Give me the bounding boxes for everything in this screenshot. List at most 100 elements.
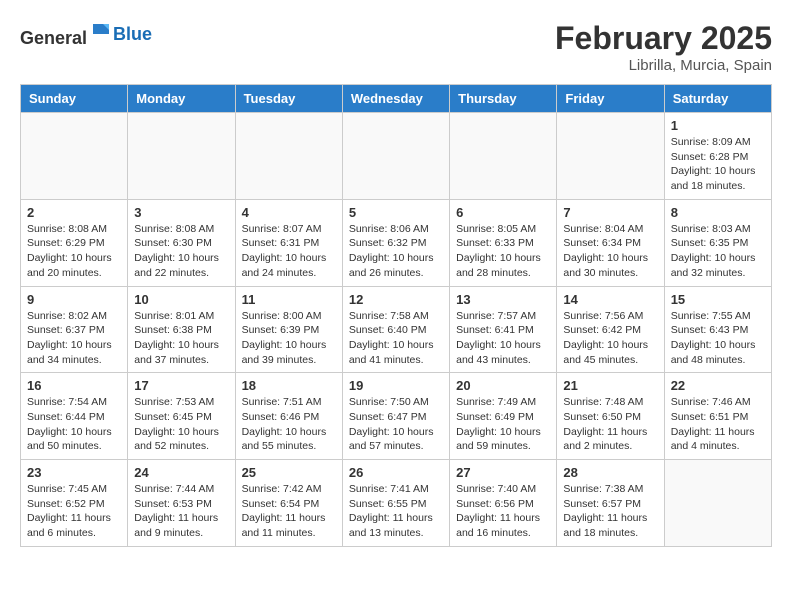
calendar-cell — [664, 460, 771, 547]
calendar-cell — [450, 113, 557, 200]
day-info: Sunrise: 8:08 AM Sunset: 6:30 PM Dayligh… — [134, 222, 228, 281]
calendar-week-row: 23Sunrise: 7:45 AM Sunset: 6:52 PM Dayli… — [21, 460, 772, 547]
day-number: 5 — [349, 205, 443, 220]
calendar-cell — [235, 113, 342, 200]
day-number: 19 — [349, 378, 443, 393]
calendar-cell: 1Sunrise: 8:09 AM Sunset: 6:28 PM Daylig… — [664, 113, 771, 200]
calendar-week-row: 1Sunrise: 8:09 AM Sunset: 6:28 PM Daylig… — [21, 113, 772, 200]
day-number: 3 — [134, 205, 228, 220]
day-number: 20 — [456, 378, 550, 393]
day-number: 13 — [456, 292, 550, 307]
calendar-week-row: 9 Sunrise: 8:02 AM Sunset: 6:37 PM Daylig… — [21, 286, 772, 373]
day-number: 2 — [27, 205, 121, 220]
day-number: 14 — [563, 292, 657, 307]
page-header: General Blue February 2025 Librilla, Mur… — [20, 20, 772, 74]
calendar-header-tuesday: Tuesday — [235, 85, 342, 113]
month-title: February 2025 — [555, 20, 772, 57]
day-number: 24 — [134, 465, 228, 480]
calendar-cell: 4 Sunrise: 8:07 AM Sunset: 6:31 PM Daylig… — [235, 199, 342, 286]
day-info: Sunrise: 7:53 AM Sunset: 6:45 PM Dayligh… — [134, 395, 228, 454]
title-block: February 2025 Librilla, Murcia, Spain — [555, 20, 772, 74]
day-info: Sunrise: 7:41 AM Sunset: 6:55 PM Dayligh… — [349, 482, 443, 541]
day-info: Sunrise: 7:44 AM Sunset: 6:53 PM Dayligh… — [134, 482, 228, 541]
calendar-header-thursday: Thursday — [450, 85, 557, 113]
calendar-cell — [21, 113, 128, 200]
calendar-cell — [128, 113, 235, 200]
calendar-header-monday: Monday — [128, 85, 235, 113]
day-info: Sunrise: 7:57 AM Sunset: 6:41 PM Dayligh… — [456, 309, 550, 368]
calendar-cell: 19 Sunrise: 7:50 AM Sunset: 6:47 PM Dayli… — [342, 373, 449, 460]
day-info: Sunrise: 7:51 AM Sunset: 6:46 PM Dayligh… — [242, 395, 336, 454]
calendar-header-sunday: Sunday — [21, 85, 128, 113]
calendar-cell: 12 Sunrise: 7:58 AM Sunset: 6:40 PM Dayli… — [342, 286, 449, 373]
day-number: 12 — [349, 292, 443, 307]
day-info: Sunrise: 7:54 AM Sunset: 6:44 PM Dayligh… — [27, 395, 121, 454]
day-info: Sunrise: 8:09 AM Sunset: 6:28 PM Dayligh… — [671, 135, 765, 194]
calendar-cell: 5 Sunrise: 8:06 AM Sunset: 6:32 PM Daylig… — [342, 199, 449, 286]
day-number: 9 — [27, 292, 121, 307]
day-number: 7 — [563, 205, 657, 220]
day-number: 4 — [242, 205, 336, 220]
day-number: 17 — [134, 378, 228, 393]
day-info: Sunrise: 8:01 AM Sunset: 6:38 PM Dayligh… — [134, 309, 228, 368]
location-title: Librilla, Murcia, Spain — [555, 57, 772, 74]
day-number: 26 — [349, 465, 443, 480]
calendar-cell: 9 Sunrise: 8:02 AM Sunset: 6:37 PM Daylig… — [21, 286, 128, 373]
calendar-cell: 23Sunrise: 7:45 AM Sunset: 6:52 PM Dayli… — [21, 460, 128, 547]
calendar-cell: 28 Sunrise: 7:38 AM Sunset: 6:57 PM Dayli… — [557, 460, 664, 547]
calendar-cell: 8 Sunrise: 8:03 AM Sunset: 6:35 PM Daylig… — [664, 199, 771, 286]
day-info: Sunrise: 8:06 AM Sunset: 6:32 PM Dayligh… — [349, 222, 443, 281]
day-info: Sunrise: 7:46 AM Sunset: 6:51 PM Dayligh… — [671, 395, 765, 454]
calendar-cell: 14 Sunrise: 7:56 AM Sunset: 6:42 PM Dayli… — [557, 286, 664, 373]
day-info: Sunrise: 7:48 AM Sunset: 6:50 PM Dayligh… — [563, 395, 657, 454]
day-number: 22 — [671, 378, 765, 393]
calendar-header-saturday: Saturday — [664, 85, 771, 113]
day-info: Sunrise: 7:50 AM Sunset: 6:47 PM Dayligh… — [349, 395, 443, 454]
day-info: Sunrise: 8:07 AM Sunset: 6:31 PM Dayligh… — [242, 222, 336, 281]
calendar-table: SundayMondayTuesdayWednesdayThursdayFrid… — [20, 84, 772, 547]
logo-text-blue: Blue — [113, 24, 152, 45]
calendar-cell: 22 Sunrise: 7:46 AM Sunset: 6:51 PM Dayli… — [664, 373, 771, 460]
day-info: Sunrise: 7:58 AM Sunset: 6:40 PM Dayligh… — [349, 309, 443, 368]
logo: General Blue — [20, 20, 152, 49]
logo-icon — [89, 20, 113, 44]
day-number: 11 — [242, 292, 336, 307]
day-number: 10 — [134, 292, 228, 307]
day-number: 27 — [456, 465, 550, 480]
day-info: Sunrise: 7:38 AM Sunset: 6:57 PM Dayligh… — [563, 482, 657, 541]
day-info: Sunrise: 7:49 AM Sunset: 6:49 PM Dayligh… — [456, 395, 550, 454]
day-info: Sunrise: 8:02 AM Sunset: 6:37 PM Dayligh… — [27, 309, 121, 368]
day-info: Sunrise: 8:00 AM Sunset: 6:39 PM Dayligh… — [242, 309, 336, 368]
calendar-cell: 25Sunrise: 7:42 AM Sunset: 6:54 PM Dayli… — [235, 460, 342, 547]
calendar-header-row: SundayMondayTuesdayWednesdayThursdayFrid… — [21, 85, 772, 113]
day-info: Sunrise: 8:05 AM Sunset: 6:33 PM Dayligh… — [456, 222, 550, 281]
calendar-week-row: 16 Sunrise: 7:54 AM Sunset: 6:44 PM Dayli… — [21, 373, 772, 460]
calendar-cell: 3 Sunrise: 8:08 AM Sunset: 6:30 PM Daylig… — [128, 199, 235, 286]
logo-text-general: General — [20, 28, 87, 48]
day-info: Sunrise: 7:55 AM Sunset: 6:43 PM Dayligh… — [671, 309, 765, 368]
calendar-cell: 18Sunrise: 7:51 AM Sunset: 6:46 PM Dayli… — [235, 373, 342, 460]
calendar-cell: 7 Sunrise: 8:04 AM Sunset: 6:34 PM Daylig… — [557, 199, 664, 286]
calendar-cell: 6Sunrise: 8:05 AM Sunset: 6:33 PM Daylig… — [450, 199, 557, 286]
calendar-header-friday: Friday — [557, 85, 664, 113]
day-info: Sunrise: 8:03 AM Sunset: 6:35 PM Dayligh… — [671, 222, 765, 281]
day-info: Sunrise: 8:04 AM Sunset: 6:34 PM Dayligh… — [563, 222, 657, 281]
calendar-cell: 13 Sunrise: 7:57 AM Sunset: 6:41 PM Dayli… — [450, 286, 557, 373]
day-info: Sunrise: 7:42 AM Sunset: 6:54 PM Dayligh… — [242, 482, 336, 541]
calendar-cell: 2 Sunrise: 8:08 AM Sunset: 6:29 PM Daylig… — [21, 199, 128, 286]
day-info: Sunrise: 7:56 AM Sunset: 6:42 PM Dayligh… — [563, 309, 657, 368]
day-number: 15 — [671, 292, 765, 307]
calendar-cell — [557, 113, 664, 200]
day-number: 16 — [27, 378, 121, 393]
day-info: Sunrise: 8:08 AM Sunset: 6:29 PM Dayligh… — [27, 222, 121, 281]
calendar-week-row: 2 Sunrise: 8:08 AM Sunset: 6:29 PM Daylig… — [21, 199, 772, 286]
day-number: 28 — [563, 465, 657, 480]
calendar-cell: 20 Sunrise: 7:49 AM Sunset: 6:49 PM Dayli… — [450, 373, 557, 460]
calendar-cell: 27Sunrise: 7:40 AM Sunset: 6:56 PM Dayli… — [450, 460, 557, 547]
calendar-cell: 26 Sunrise: 7:41 AM Sunset: 6:55 PM Dayli… — [342, 460, 449, 547]
calendar-cell: 15 Sunrise: 7:55 AM Sunset: 6:43 PM Dayli… — [664, 286, 771, 373]
calendar-cell: 21Sunrise: 7:48 AM Sunset: 6:50 PM Dayli… — [557, 373, 664, 460]
calendar-cell — [342, 113, 449, 200]
day-info: Sunrise: 7:45 AM Sunset: 6:52 PM Dayligh… — [27, 482, 121, 541]
day-number: 8 — [671, 205, 765, 220]
